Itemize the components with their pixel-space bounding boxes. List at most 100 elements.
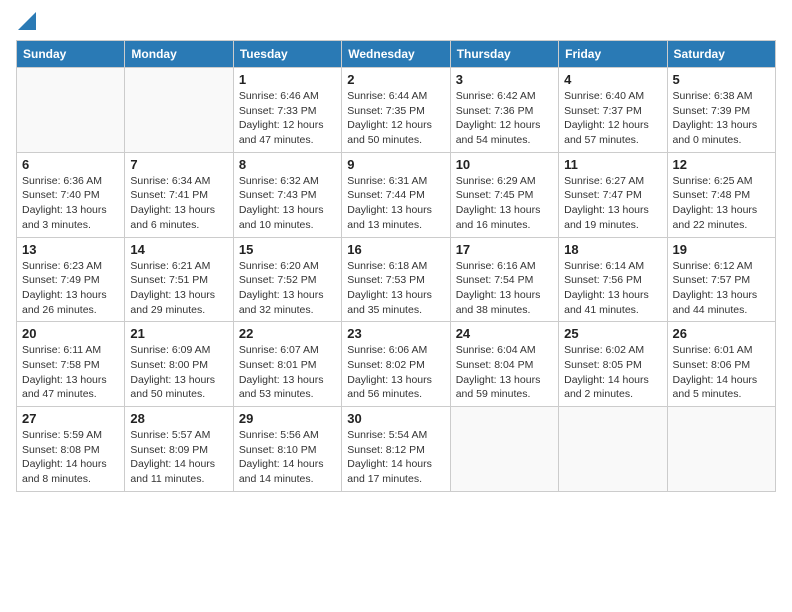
day-info: Sunrise: 6:23 AM Sunset: 7:49 PM Dayligh…	[22, 259, 119, 318]
day-info: Sunrise: 6:44 AM Sunset: 7:35 PM Dayligh…	[347, 89, 444, 148]
day-number: 20	[22, 326, 119, 341]
day-info: Sunrise: 6:04 AM Sunset: 8:04 PM Dayligh…	[456, 343, 553, 402]
week-row-1: 1 Sunrise: 6:46 AM Sunset: 7:33 PM Daylig…	[17, 68, 776, 153]
day-info: Sunrise: 6:16 AM Sunset: 7:54 PM Dayligh…	[456, 259, 553, 318]
day-number: 8	[239, 157, 336, 172]
day-info: Sunrise: 6:25 AM Sunset: 7:48 PM Dayligh…	[673, 174, 770, 233]
col-header-friday: Friday	[559, 41, 667, 68]
week-row-2: 6Sunrise: 6:36 AM Sunset: 7:40 PM Daylig…	[17, 152, 776, 237]
day-info: Sunrise: 6:06 AM Sunset: 8:02 PM Dayligh…	[347, 343, 444, 402]
calendar-cell: 26Sunrise: 6:01 AM Sunset: 8:06 PM Dayli…	[667, 322, 775, 407]
calendar-cell: 1 Sunrise: 6:46 AM Sunset: 7:33 PM Daylig…	[233, 68, 341, 153]
day-info: Sunrise: 6:12 AM Sunset: 7:57 PM Dayligh…	[673, 259, 770, 318]
calendar-cell: 9Sunrise: 6:31 AM Sunset: 7:44 PM Daylig…	[342, 152, 450, 237]
day-info: Sunrise: 6:29 AM Sunset: 7:45 PM Dayligh…	[456, 174, 553, 233]
calendar-cell: 13 Sunrise: 6:23 AM Sunset: 7:49 PM Dayli…	[17, 237, 125, 322]
day-info: Sunrise: 6:32 AM Sunset: 7:43 PM Dayligh…	[239, 174, 336, 233]
day-number: 25	[564, 326, 661, 341]
calendar-cell	[559, 407, 667, 492]
day-number: 4	[564, 72, 661, 87]
day-number: 19	[673, 242, 770, 257]
day-number: 26	[673, 326, 770, 341]
day-info: Sunrise: 5:54 AM Sunset: 8:12 PM Dayligh…	[347, 428, 444, 487]
logo-icon	[18, 12, 36, 30]
day-number: 7	[130, 157, 227, 172]
day-info: Sunrise: 6:40 AM Sunset: 7:37 PM Dayligh…	[564, 89, 661, 148]
col-header-monday: Monday	[125, 41, 233, 68]
day-number: 5	[673, 72, 770, 87]
day-number: 15	[239, 242, 336, 257]
week-row-5: 27 Sunrise: 5:59 AM Sunset: 8:08 PM Dayli…	[17, 407, 776, 492]
calendar-cell: 14Sunrise: 6:21 AM Sunset: 7:51 PM Dayli…	[125, 237, 233, 322]
day-number: 10	[456, 157, 553, 172]
day-info: Sunrise: 6:11 AM Sunset: 7:58 PM Dayligh…	[22, 343, 119, 402]
day-number: 17	[456, 242, 553, 257]
calendar-cell: 7Sunrise: 6:34 AM Sunset: 7:41 PM Daylig…	[125, 152, 233, 237]
col-header-sunday: Sunday	[17, 41, 125, 68]
day-number: 16	[347, 242, 444, 257]
day-number: 28	[130, 411, 227, 426]
col-header-saturday: Saturday	[667, 41, 775, 68]
day-number: 1	[239, 72, 336, 87]
calendar-cell: 15 Sunrise: 6:20 AM Sunset: 7:52 PM Dayli…	[233, 237, 341, 322]
calendar-cell: 22Sunrise: 6:07 AM Sunset: 8:01 PM Dayli…	[233, 322, 341, 407]
calendar-cell: 18Sunrise: 6:14 AM Sunset: 7:56 PM Dayli…	[559, 237, 667, 322]
calendar-cell	[450, 407, 558, 492]
calendar-cell: 20 Sunrise: 6:11 AM Sunset: 7:58 PM Dayli…	[17, 322, 125, 407]
day-info: Sunrise: 6:42 AM Sunset: 7:36 PM Dayligh…	[456, 89, 553, 148]
day-info: Sunrise: 6:09 AM Sunset: 8:00 PM Dayligh…	[130, 343, 227, 402]
calendar-cell: 19 Sunrise: 6:12 AM Sunset: 7:57 PM Dayli…	[667, 237, 775, 322]
day-info: Sunrise: 6:38 AM Sunset: 7:39 PM Dayligh…	[673, 89, 770, 148]
day-number: 22	[239, 326, 336, 341]
day-info: Sunrise: 5:57 AM Sunset: 8:09 PM Dayligh…	[130, 428, 227, 487]
calendar-body: 1 Sunrise: 6:46 AM Sunset: 7:33 PM Daylig…	[17, 68, 776, 492]
calendar-cell: 25 Sunrise: 6:02 AM Sunset: 8:05 PM Dayli…	[559, 322, 667, 407]
day-number: 21	[130, 326, 227, 341]
calendar-cell: 16 Sunrise: 6:18 AM Sunset: 7:53 PM Dayli…	[342, 237, 450, 322]
day-info: Sunrise: 6:02 AM Sunset: 8:05 PM Dayligh…	[564, 343, 661, 402]
calendar-cell: 6Sunrise: 6:36 AM Sunset: 7:40 PM Daylig…	[17, 152, 125, 237]
calendar-cell: 28 Sunrise: 5:57 AM Sunset: 8:09 PM Dayli…	[125, 407, 233, 492]
calendar-cell: 24 Sunrise: 6:04 AM Sunset: 8:04 PM Dayli…	[450, 322, 558, 407]
calendar-cell: 3 Sunrise: 6:42 AM Sunset: 7:36 PM Daylig…	[450, 68, 558, 153]
day-number: 11	[564, 157, 661, 172]
calendar-cell: 12 Sunrise: 6:25 AM Sunset: 7:48 PM Dayli…	[667, 152, 775, 237]
day-info: Sunrise: 6:20 AM Sunset: 7:52 PM Dayligh…	[239, 259, 336, 318]
calendar-cell: 5 Sunrise: 6:38 AM Sunset: 7:39 PM Daylig…	[667, 68, 775, 153]
calendar-cell: 21 Sunrise: 6:09 AM Sunset: 8:00 PM Dayli…	[125, 322, 233, 407]
calendar-cell: 10 Sunrise: 6:29 AM Sunset: 7:45 PM Dayli…	[450, 152, 558, 237]
day-info: Sunrise: 6:21 AM Sunset: 7:51 PM Dayligh…	[130, 259, 227, 318]
day-info: Sunrise: 6:46 AM Sunset: 7:33 PM Dayligh…	[239, 89, 336, 148]
day-number: 6	[22, 157, 119, 172]
day-info: Sunrise: 6:27 AM Sunset: 7:47 PM Dayligh…	[564, 174, 661, 233]
col-header-tuesday: Tuesday	[233, 41, 341, 68]
day-number: 30	[347, 411, 444, 426]
calendar-cell: 11 Sunrise: 6:27 AM Sunset: 7:47 PM Dayli…	[559, 152, 667, 237]
week-row-4: 20 Sunrise: 6:11 AM Sunset: 7:58 PM Dayli…	[17, 322, 776, 407]
header	[16, 16, 776, 30]
week-row-3: 13 Sunrise: 6:23 AM Sunset: 7:49 PM Dayli…	[17, 237, 776, 322]
day-number: 13	[22, 242, 119, 257]
day-info: Sunrise: 5:59 AM Sunset: 8:08 PM Dayligh…	[22, 428, 119, 487]
day-number: 27	[22, 411, 119, 426]
day-number: 23	[347, 326, 444, 341]
calendar-cell: 2 Sunrise: 6:44 AM Sunset: 7:35 PM Daylig…	[342, 68, 450, 153]
calendar-cell: 29 Sunrise: 5:56 AM Sunset: 8:10 PM Dayli…	[233, 407, 341, 492]
calendar-cell: 30 Sunrise: 5:54 AM Sunset: 8:12 PM Dayli…	[342, 407, 450, 492]
day-info: Sunrise: 6:14 AM Sunset: 7:56 PM Dayligh…	[564, 259, 661, 318]
calendar-cell: 23 Sunrise: 6:06 AM Sunset: 8:02 PM Dayli…	[342, 322, 450, 407]
day-info: Sunrise: 5:56 AM Sunset: 8:10 PM Dayligh…	[239, 428, 336, 487]
day-number: 12	[673, 157, 770, 172]
calendar-cell: 27 Sunrise: 5:59 AM Sunset: 8:08 PM Dayli…	[17, 407, 125, 492]
day-number: 24	[456, 326, 553, 341]
calendar-cell	[125, 68, 233, 153]
day-number: 29	[239, 411, 336, 426]
col-header-thursday: Thursday	[450, 41, 558, 68]
day-info: Sunrise: 6:18 AM Sunset: 7:53 PM Dayligh…	[347, 259, 444, 318]
col-header-wednesday: Wednesday	[342, 41, 450, 68]
calendar-table: SundayMondayTuesdayWednesdayThursdayFrid…	[16, 40, 776, 492]
day-number: 9	[347, 157, 444, 172]
day-number: 3	[456, 72, 553, 87]
day-number: 2	[347, 72, 444, 87]
calendar-cell	[17, 68, 125, 153]
